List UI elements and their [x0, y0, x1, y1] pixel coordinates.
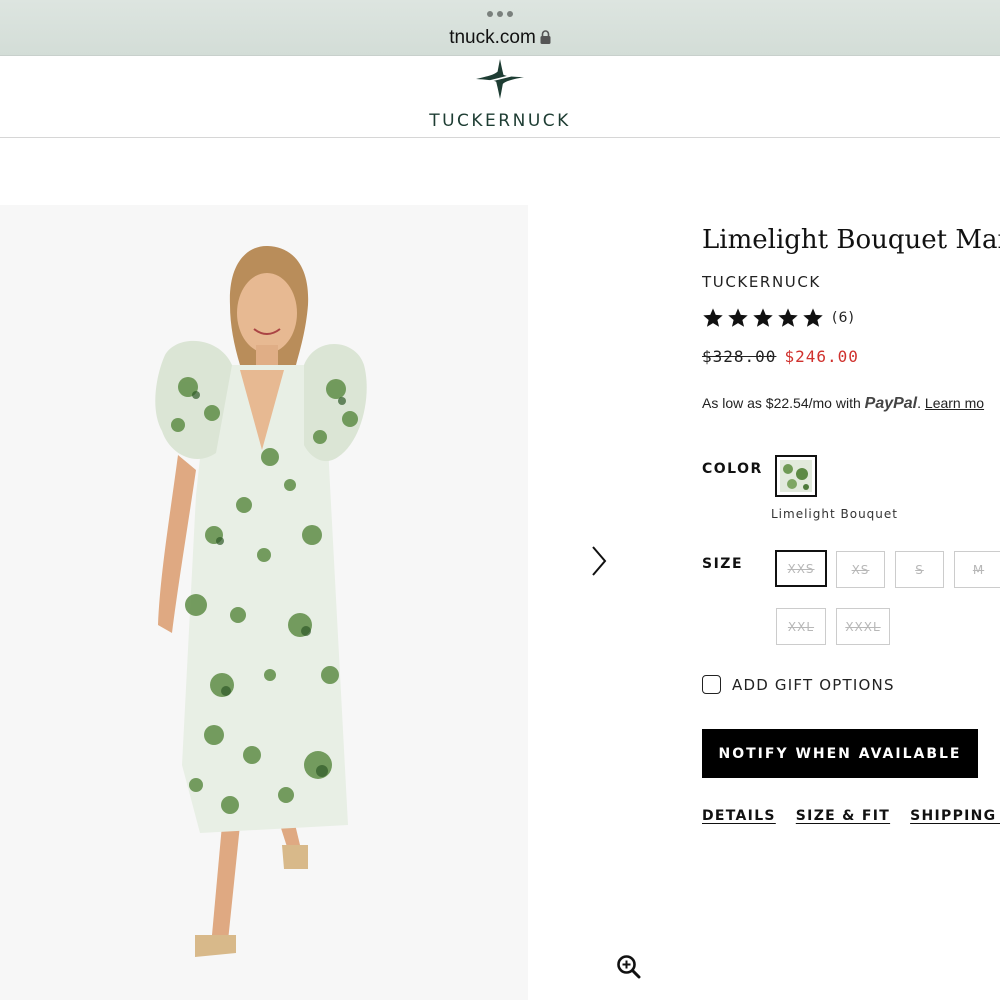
size-option-xxxl[interactable]: XXXL — [836, 608, 890, 645]
site-header: TUCKERNUCK — [0, 57, 1000, 138]
zoom-in-icon[interactable] — [616, 954, 642, 980]
size-option-s[interactable]: S — [895, 551, 944, 588]
star-icon — [753, 308, 773, 327]
address-bar[interactable]: tnuck.com — [0, 27, 1000, 49]
product-info-tabs: DETAILS SIZE & FIT SHIPPING & I — [702, 808, 1000, 824]
gift-options-checkbox[interactable] — [702, 675, 721, 694]
tab-shipping[interactable]: SHIPPING & I — [910, 808, 1000, 824]
original-price: $328.00 — [702, 347, 777, 366]
product-photo — [0, 205, 528, 1000]
gallery-side-panel — [528, 205, 660, 1000]
tab-details[interactable]: DETAILS — [702, 808, 776, 824]
paypal-message: As low as $22.54/mo with PayPal. Learn m… — [702, 395, 984, 413]
gift-options-label: ADD GIFT OPTIONS — [732, 675, 895, 694]
notify-when-available-button[interactable]: NOTIFY WHEN AVAILABLE — [702, 729, 978, 778]
sale-price: $246.00 — [784, 347, 859, 366]
tuckernuck-logo-icon[interactable] — [474, 57, 526, 101]
color-swatch[interactable] — [775, 455, 817, 497]
selected-color-name: Limelight Bouquet — [771, 507, 898, 521]
star-icon — [703, 308, 723, 327]
color-label: COLOR — [702, 461, 763, 477]
chevron-right-icon[interactable] — [588, 543, 610, 579]
product-gallery — [0, 205, 660, 1000]
size-option-xxl[interactable]: XXL — [776, 608, 826, 645]
rating-stars[interactable]: (6) — [702, 307, 855, 329]
product-brand[interactable]: TUCKERNUCK — [702, 273, 821, 291]
product-info: Limelight Bouquet Mari TUCKERNUCK (6) $3… — [702, 205, 1000, 1000]
site-logo-text[interactable]: TUCKERNUCK — [0, 111, 1000, 131]
paypal-separator: . — [917, 395, 922, 411]
size-option-xs[interactable]: XS — [836, 551, 885, 588]
size-label: SIZE — [702, 556, 744, 572]
product-title: Limelight Bouquet Mari — [702, 225, 1000, 255]
star-icon — [728, 308, 748, 327]
gift-options-toggle[interactable]: ADD GIFT OPTIONS — [702, 675, 895, 694]
price-block: $328.00 $246.00 — [702, 347, 859, 366]
browser-menu-dots[interactable] — [487, 11, 513, 17]
size-option-xxs[interactable]: XXS — [775, 550, 827, 587]
paypal-learn-more-link[interactable]: Learn mo — [925, 395, 984, 411]
browser-bar: tnuck.com — [0, 0, 1000, 56]
star-icon — [803, 308, 823, 327]
paypal-logo: PayPal — [864, 395, 918, 412]
size-option-m[interactable]: M — [954, 551, 1000, 588]
star-icon — [778, 308, 798, 327]
paypal-prefix: As low as $22.54/mo with — [702, 395, 861, 411]
url-text: tnuck.com — [449, 27, 536, 48]
lock-icon — [540, 30, 551, 44]
tab-size-fit[interactable]: SIZE & FIT — [796, 808, 890, 824]
swatch-pattern — [780, 460, 812, 492]
review-count[interactable]: (6) — [832, 310, 855, 326]
